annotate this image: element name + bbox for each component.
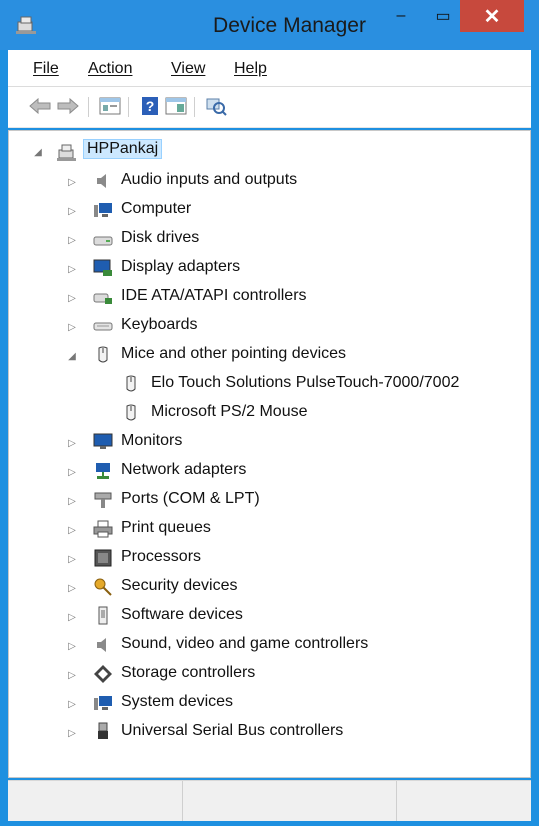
minimize-button[interactable]: – — [386, 0, 416, 32]
menu-view[interactable]: View — [171, 60, 205, 78]
expand-triangle-icon[interactable]: ▷ — [65, 233, 79, 247]
keyboard-icon — [93, 322, 113, 331]
storage-controller-icon — [94, 665, 112, 683]
tree-node-label: IDE ATA/ATAPI controllers — [121, 287, 307, 304]
svg-text:?: ? — [146, 98, 155, 114]
tree-node-label: Disk drives — [121, 229, 200, 246]
mouse-icon — [98, 346, 108, 363]
network-adapter-icon — [96, 463, 110, 479]
tree-node-label: Display adapters — [121, 258, 241, 275]
mouse-icon — [126, 404, 136, 421]
tree-node-label: Mice and other pointing devices — [121, 345, 347, 362]
menu-file[interactable]: File — [33, 60, 59, 78]
toolbar-separator — [88, 97, 89, 117]
tree-node-label: Sound, video and game controllers — [121, 635, 369, 652]
speaker-icon — [97, 174, 106, 188]
expand-triangle-icon[interactable]: ▷ — [65, 581, 79, 595]
tree-node-label: Microsoft PS/2 Mouse — [151, 403, 308, 420]
expand-triangle-icon[interactable]: ▷ — [65, 262, 79, 276]
tree-node-label: Universal Serial Bus controllers — [121, 722, 344, 739]
usb-icon — [98, 722, 108, 739]
speaker-icon — [97, 638, 106, 652]
collapse-triangle-icon[interactable]: ◢ — [65, 349, 79, 363]
tree-node-label: Computer — [121, 200, 192, 217]
computer-icon — [94, 203, 112, 217]
menu-help[interactable]: Help — [234, 60, 267, 78]
properties-icon[interactable] — [98, 95, 122, 117]
tree-root-node[interactable]: ◢ HPPankaj — [9, 139, 529, 165]
maximize-button[interactable]: ▭ — [428, 0, 458, 32]
mouse-icon — [126, 375, 136, 392]
software-device-icon — [98, 606, 108, 625]
expand-triangle-icon[interactable]: ▷ — [65, 726, 79, 740]
tree-node-label: Audio inputs and outputs — [121, 171, 298, 188]
port-icon — [94, 492, 112, 508]
tree-node-label: System devices — [121, 693, 234, 710]
device-tree[interactable]: ◢ HPPankaj ▷ Audio inputs and outputs ▷ … — [8, 130, 531, 778]
title-bar[interactable]: Device Manager – ▭ ✕ — [0, 0, 539, 50]
tree-node-label: Keyboards — [121, 316, 198, 333]
tree-node-label: Software devices — [121, 606, 243, 623]
expand-triangle-icon[interactable]: ▷ — [65, 436, 79, 450]
collapse-triangle-icon[interactable]: ◢ — [31, 145, 45, 159]
status-separator — [182, 781, 183, 821]
menu-bar: File Action View Help — [8, 50, 531, 87]
expand-triangle-icon[interactable]: ▷ — [65, 610, 79, 624]
status-separator — [396, 781, 397, 821]
tree-node-label: Storage controllers — [121, 664, 256, 681]
system-device-icon — [94, 696, 112, 710]
tree-node-label: Network adapters — [121, 461, 247, 478]
forward-arrow-icon[interactable] — [56, 95, 80, 117]
expand-triangle-icon[interactable]: ▷ — [65, 523, 79, 537]
expand-triangle-icon[interactable]: ▷ — [65, 494, 79, 508]
show-hide-console-icon[interactable] — [164, 95, 188, 117]
back-arrow-icon[interactable] — [28, 95, 52, 117]
expand-triangle-icon[interactable]: ▷ — [65, 552, 79, 566]
expand-triangle-icon[interactable]: ▷ — [65, 204, 79, 218]
toolbar: ? — [8, 87, 531, 128]
ide-controller-icon — [93, 293, 112, 304]
computer-root-icon — [57, 144, 76, 161]
expand-triangle-icon[interactable]: ▷ — [65, 697, 79, 711]
printer-icon — [93, 520, 113, 538]
tree-node-label: Monitors — [121, 432, 183, 449]
monitor-icon — [93, 433, 113, 449]
toolbar-separator — [128, 97, 129, 117]
tree-node-label: Elo Touch Solutions PulseTouch-7000/7002 — [151, 374, 460, 391]
help-icon[interactable]: ? — [138, 95, 162, 117]
tree-node-label: Print queues — [121, 519, 211, 536]
status-bar — [8, 780, 531, 821]
expand-triangle-icon[interactable]: ▷ — [65, 639, 79, 653]
scan-hardware-icon[interactable] — [204, 95, 228, 117]
toolbar-separator — [194, 97, 195, 117]
menu-action[interactable]: Action — [88, 60, 132, 78]
processor-icon — [94, 549, 112, 567]
display-adapter-icon — [93, 259, 112, 276]
tree-node-label: Processors — [121, 548, 202, 565]
close-button[interactable]: ✕ — [460, 0, 524, 32]
key-icon — [94, 578, 112, 596]
tree-node-label: Ports (COM & LPT) — [121, 490, 260, 507]
expand-triangle-icon[interactable]: ▷ — [65, 175, 79, 189]
device-manager-window: Device Manager – ▭ ✕ File Action View He… — [0, 0, 539, 826]
disk-drive-icon — [93, 236, 113, 246]
expand-triangle-icon[interactable]: ▷ — [65, 668, 79, 682]
tree-node-label: Security devices — [121, 577, 238, 594]
window-title: Device Manager — [213, 14, 366, 37]
expand-triangle-icon[interactable]: ▷ — [65, 291, 79, 305]
root-label: HPPankaj — [83, 139, 163, 159]
expand-triangle-icon[interactable]: ▷ — [65, 320, 79, 334]
expand-triangle-icon[interactable]: ▷ — [65, 465, 79, 479]
